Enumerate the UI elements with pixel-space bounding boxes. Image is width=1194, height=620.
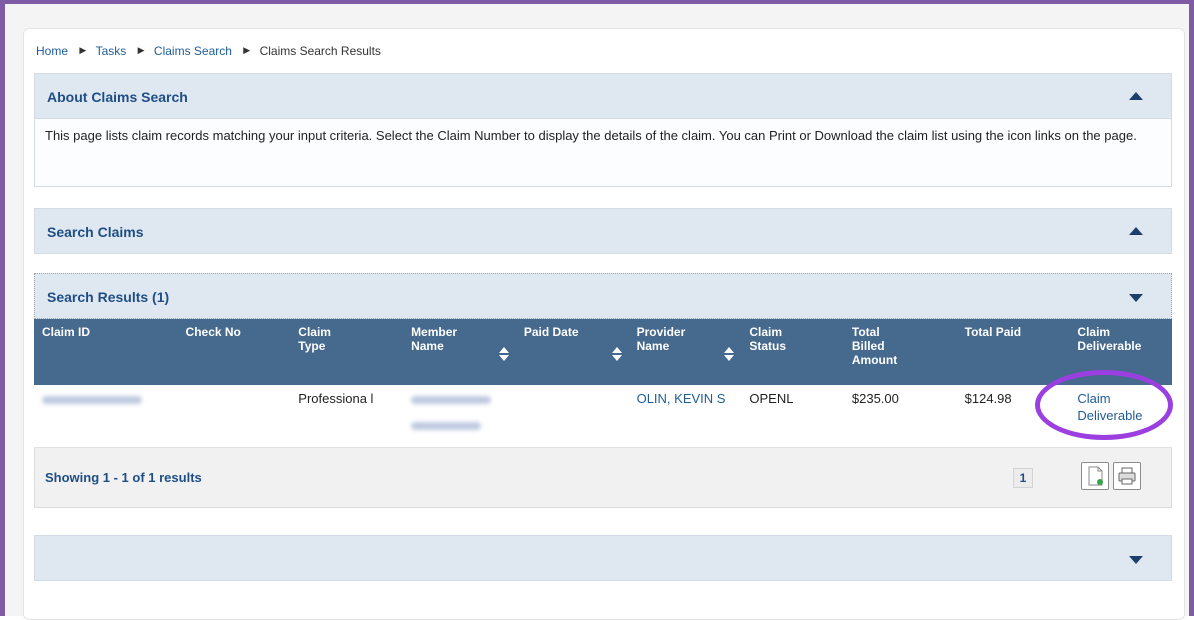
column-header-claim-status: Claim Status <box>741 319 844 385</box>
cell-provider-name[interactable]: OLIN, KEVIN S <box>628 385 742 448</box>
breadcrumb-separator-icon: ▶ <box>79 45 87 56</box>
claim-deliverable-link[interactable]: Claim Deliverable <box>1069 385 1172 448</box>
results-table: Claim ID Check No Claim Type Member Name… <box>34 319 1172 448</box>
breadcrumb: Home ▶ Tasks ▶ Claims Search ▶ Claims Se… <box>36 43 381 58</box>
cell-check-no <box>177 385 291 448</box>
download-icon[interactable] <box>1081 461 1109 490</box>
collapsed-panel-header[interactable] <box>34 535 1172 581</box>
results-panel-header[interactable]: Search Results (1) <box>34 273 1172 319</box>
breadcrumb-separator-icon: ▶ <box>137 45 145 56</box>
cell-paid-date <box>515 385 629 448</box>
column-header-check-no: Check No <box>177 319 291 385</box>
sort-icon[interactable] <box>498 347 510 361</box>
search-claims-panel: Search Claims <box>34 208 1172 254</box>
redacted-member-name <box>411 422 482 430</box>
about-panel-header[interactable]: About Claims Search <box>34 73 1172 119</box>
redacted-claim-id[interactable] <box>42 396 142 404</box>
chevron-down-icon[interactable] <box>1129 294 1143 302</box>
column-header-member-name[interactable]: Member Name <box>403 319 516 385</box>
table-header-row: Claim ID Check No Claim Type Member Name… <box>34 319 1172 385</box>
column-header-provider-name[interactable]: Provider Name <box>628 319 742 385</box>
results-count: Showing 1 - 1 of 1 results <box>45 469 202 485</box>
column-header-paid-date[interactable]: Paid Date <box>515 319 629 385</box>
breadcrumb-claims-search[interactable]: Claims Search <box>154 44 232 58</box>
column-header-total-billed: Total Billed Amount <box>843 319 957 385</box>
chevron-down-icon[interactable] <box>1129 556 1143 564</box>
table-row: Professiona l OLIN, KEVIN S OPENL $235.0… <box>34 385 1172 448</box>
sort-icon[interactable] <box>723 347 735 361</box>
breadcrumb-separator-icon: ▶ <box>243 45 251 56</box>
cell-claim-type: Professiona l <box>290 385 404 448</box>
search-results-panel: Search Results (1) Claim ID Check No Cla… <box>34 273 1172 508</box>
page-number-button[interactable]: 1 <box>1013 467 1033 488</box>
results-footer: Showing 1 - 1 of 1 results 1 <box>34 447 1172 508</box>
column-header-claim-type: Claim Type <box>290 319 404 385</box>
about-panel-description: This page lists claim records matching y… <box>34 119 1172 187</box>
column-header-total-paid: Total Paid <box>956 319 1070 385</box>
about-claims-search-panel: About Claims Search This page lists clai… <box>34 73 1172 187</box>
chevron-up-icon[interactable] <box>1129 92 1143 100</box>
column-header-claim-deliverable: Claim Deliverable <box>1069 319 1172 385</box>
results-panel-title: Search Results (1) <box>47 289 170 305</box>
column-header-claim-id: Claim ID <box>34 319 178 385</box>
search-panel-header[interactable]: Search Claims <box>34 208 1172 254</box>
about-panel-title: About Claims Search <box>47 89 188 105</box>
sort-icon[interactable] <box>611 347 623 361</box>
cell-claim-status: OPENL <box>741 385 844 448</box>
redacted-member-name <box>411 396 492 404</box>
cell-member-name <box>403 385 516 448</box>
chevron-up-icon[interactable] <box>1129 227 1143 235</box>
cell-total-billed: $235.00 <box>843 385 957 448</box>
content-page: Home ▶ Tasks ▶ Claims Search ▶ Claims Se… <box>23 28 1185 620</box>
breadcrumb-current: Claims Search Results <box>259 43 381 58</box>
print-icon[interactable] <box>1113 461 1141 490</box>
breadcrumb-home[interactable]: Home <box>36 44 68 58</box>
cell-claim-id[interactable] <box>34 385 178 448</box>
collapsed-panel <box>34 535 1172 581</box>
window-frame: Home ▶ Tasks ▶ Claims Search ▶ Claims Se… <box>0 0 1194 620</box>
breadcrumb-tasks[interactable]: Tasks <box>96 44 127 58</box>
cell-total-paid: $124.98 <box>956 385 1070 448</box>
search-panel-title: Search Claims <box>47 224 144 240</box>
